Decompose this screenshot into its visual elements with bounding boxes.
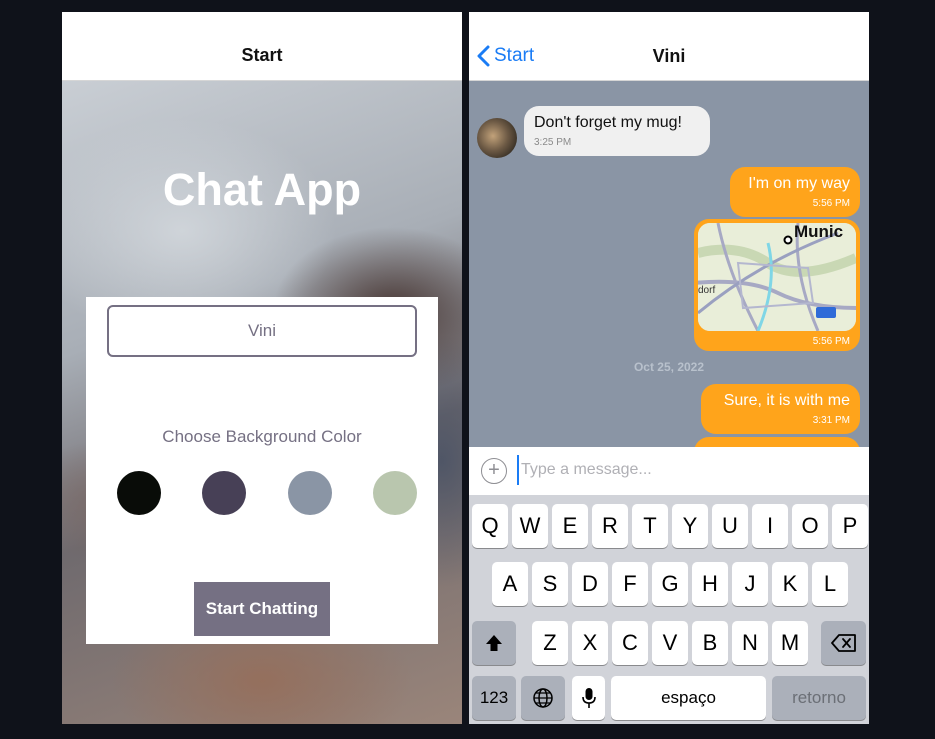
key-o[interactable]: O	[792, 504, 828, 548]
key-t[interactable]: T	[632, 504, 668, 548]
key-p[interactable]: P	[832, 504, 868, 548]
key-e[interactable]: E	[552, 504, 588, 548]
message-bubble[interactable]: Sure, it is with me 3:31 PM	[701, 384, 860, 434]
location-message-bubble[interactable]: Munic dorf 5:56 PM	[694, 219, 860, 351]
nav-title: Start	[241, 45, 283, 65]
key-n[interactable]: N	[732, 621, 768, 665]
key-r[interactable]: R	[592, 504, 628, 548]
message-bubble[interactable]: I'm on my way 5:56 PM	[730, 167, 860, 217]
key-s[interactable]: S	[532, 562, 568, 606]
map-side-label: dorf	[698, 285, 715, 296]
map-preview[interactable]: Munic dorf	[698, 223, 856, 331]
keyboard: QWERTYUIOP ASDFGHJKL ZXCVBNM 123 espaço …	[469, 495, 869, 724]
message-time: 3:25 PM	[534, 137, 572, 148]
return-key[interactable]: retorno	[772, 676, 866, 720]
microphone-key[interactable]	[572, 676, 605, 720]
chat-title: Vini	[652, 46, 686, 66]
key-q[interactable]: Q	[472, 504, 508, 548]
navigation-bar: Start	[62, 12, 462, 81]
start-chatting-button[interactable]: Start Chatting	[194, 582, 330, 636]
chat-screen: Start Vini Don't forget my mug! 3:25 PM …	[469, 12, 869, 724]
choose-color-label: Choose Background Color	[162, 427, 362, 446]
globe-key[interactable]	[521, 676, 565, 720]
message-composer: +	[469, 447, 869, 495]
key-y[interactable]: Y	[672, 504, 708, 548]
start-screen: Start Chat App Choose Background Color S…	[62, 12, 462, 724]
route-shield-icon	[816, 307, 836, 318]
color-swatch-sage[interactable]	[373, 471, 417, 515]
key-f[interactable]: F	[612, 562, 648, 606]
key-c[interactable]: C	[612, 621, 648, 665]
name-input[interactable]	[107, 305, 417, 357]
app-title: Chat App	[162, 164, 362, 215]
message-input[interactable]	[517, 455, 857, 485]
key-l[interactable]: L	[812, 562, 848, 606]
globe-icon	[533, 688, 553, 708]
message-time: 5:56 PM	[812, 336, 850, 347]
key-b[interactable]: B	[692, 621, 728, 665]
backspace-key[interactable]	[821, 621, 866, 665]
map-city-label: Munic	[794, 223, 843, 241]
numbers-key[interactable]: 123	[472, 676, 516, 720]
key-d[interactable]: D	[572, 562, 608, 606]
shift-icon	[486, 635, 502, 651]
key-z[interactable]: Z	[532, 621, 568, 665]
map-graphic: Munic dorf	[698, 223, 856, 331]
key-v[interactable]: V	[652, 621, 688, 665]
color-swatch-black[interactable]	[117, 471, 161, 515]
key-a[interactable]: A	[492, 562, 528, 606]
key-x[interactable]: X	[572, 621, 608, 665]
space-key[interactable]: espaço	[611, 676, 766, 720]
key-m[interactable]: M	[772, 621, 808, 665]
key-i[interactable]: I	[752, 504, 788, 548]
chat-navigation-bar: Start Vini	[469, 12, 869, 81]
key-g[interactable]: G	[652, 562, 688, 606]
key-k[interactable]: K	[772, 562, 808, 606]
date-separator: Oct 25, 2022	[633, 360, 705, 374]
start-card: Choose Background Color Start Chatting	[86, 297, 438, 644]
message-text: Sure, it is with me	[723, 392, 850, 409]
color-swatch-purple[interactable]	[202, 471, 246, 515]
plus-icon[interactable]: +	[481, 458, 507, 484]
key-w[interactable]: W	[512, 504, 548, 548]
avatar[interactable]	[477, 118, 517, 158]
shift-key[interactable]	[472, 621, 516, 665]
color-swatch-blue-gray[interactable]	[288, 471, 332, 515]
microphone-icon	[581, 688, 596, 708]
message-time: 3:31 PM	[812, 415, 850, 426]
key-h[interactable]: H	[692, 562, 728, 606]
message-text: Don't forget my mug!	[534, 114, 682, 131]
key-j[interactable]: J	[732, 562, 768, 606]
key-u[interactable]: U	[712, 504, 748, 548]
message-text: I'm on my way	[748, 175, 850, 192]
message-time: 5:56 PM	[812, 198, 850, 209]
backspace-icon	[830, 634, 856, 652]
message-bubble[interactable]: Don't forget my mug! 3:25 PM	[524, 106, 710, 156]
